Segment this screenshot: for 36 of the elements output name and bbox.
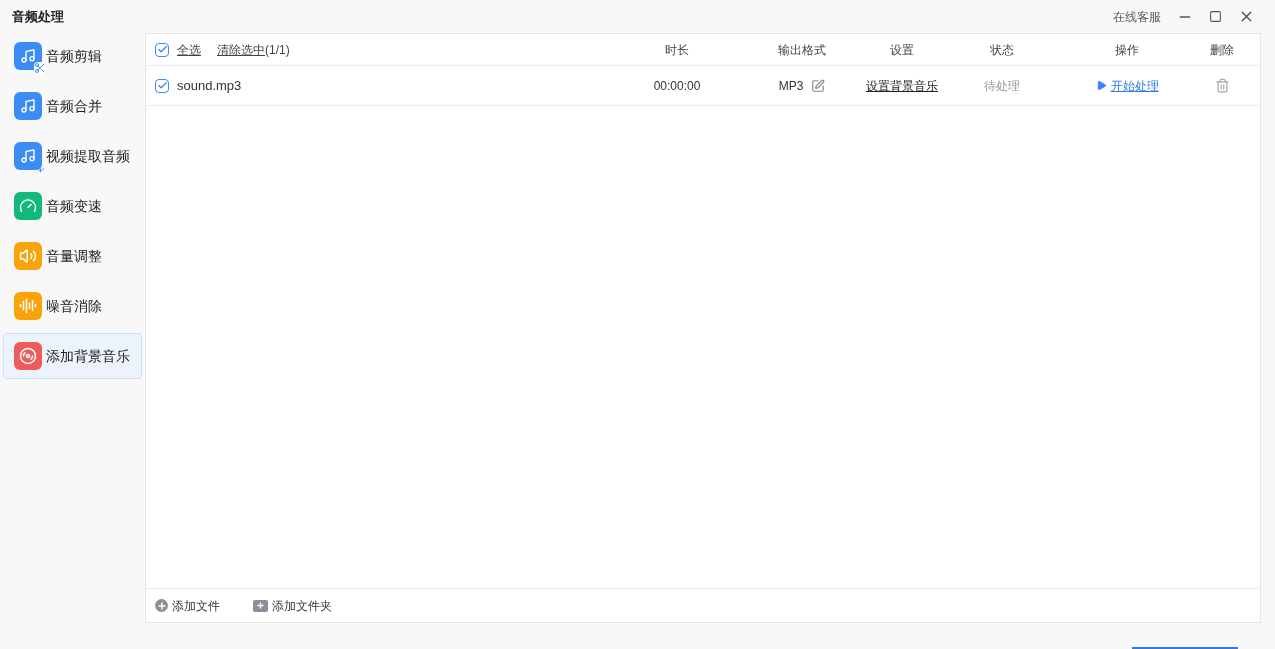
start-processing-link[interactable]: 开始处理 <box>1110 76 1159 95</box>
file-name: sound.mp3 <box>177 76 242 95</box>
maximize-icon[interactable] <box>1209 10 1222 23</box>
delete-icon[interactable] <box>1214 78 1230 93</box>
column-header: 删除 <box>1209 41 1235 59</box>
row-checkbox[interactable] <box>155 78 169 93</box>
sidebar-item[interactable]: 音量调整 <box>3 233 142 279</box>
set-background-music-link[interactable]: 设置背景音乐 <box>866 76 938 95</box>
play-icon <box>1095 80 1107 91</box>
select-all-link[interactable]: 全选 <box>177 40 201 59</box>
column-header: 操作 <box>1114 41 1140 59</box>
select-all-checkbox[interactable] <box>155 42 169 57</box>
add-file-button[interactable]: 添加文件 <box>155 596 220 615</box>
sidebar-item[interactable]: 添加背景音乐 <box>3 333 142 379</box>
sidebar-item[interactable]: 音频合并 <box>3 83 142 129</box>
status-cell-text: 待处理 <box>984 77 1020 95</box>
clear-selection-link[interactable]: 清除选中 <box>217 40 265 59</box>
add-folder-button[interactable]: 添加文件夹 <box>253 596 332 615</box>
duration-cell-text: 00:00:00 <box>652 77 702 95</box>
column-header: 时长 <box>664 41 690 59</box>
speaker-icon <box>14 242 42 270</box>
sidebar-item[interactable]: 噪音消除 <box>3 283 142 329</box>
column-header: 输出格式 <box>777 41 827 59</box>
sidebar-item[interactable]: 音频变速 <box>3 183 142 229</box>
selection-count: (1/1) <box>265 41 290 59</box>
sound-wave-icon <box>14 292 42 320</box>
column-header: 设置 <box>889 41 915 59</box>
music-note-icon <box>14 92 42 120</box>
sidebar-item[interactable]: 音频剪辑 <box>3 33 142 79</box>
window-title: 音频处理 <box>12 7 64 26</box>
format-cell-text: MP3 <box>778 77 804 95</box>
sidebar-item[interactable]: 视频提取音频 <box>3 133 142 179</box>
column-header: 状态 <box>989 41 1015 59</box>
online-support-link[interactable]: 在线客服 <box>1113 7 1161 26</box>
edit-icon[interactable] <box>811 78 826 93</box>
folder-plus-icon <box>253 599 268 612</box>
